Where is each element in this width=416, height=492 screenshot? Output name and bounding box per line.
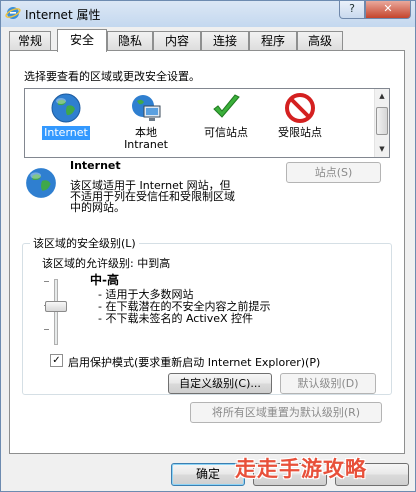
sites-button[interactable]: 站点(S) [286,162,381,183]
protected-mode-label[interactable]: 启用保护模式(要求重新启动 Internet Explorer)(P) [68,354,320,370]
tab-security[interactable]: 安全 [57,29,107,52]
level-detail-2: - 在下载潜在的不安全内容之前提示 [98,300,271,313]
tab-general[interactable]: 常规 [9,31,51,51]
zone-list-scrollbar[interactable]: ▲ ▼ [374,89,389,157]
selected-zone-description: 该区域适用于 Internet 网站，但 不适用于列在受信任和受限制区域 中的网… [70,179,235,214]
zone-local-intranet[interactable]: 本地 Intranet [111,92,181,152]
slider-tick [44,329,49,330]
default-level-button[interactable]: 默认级别(D) [280,373,376,394]
help-button[interactable]: ? [339,1,365,19]
tab-content[interactable]: 内容 [153,31,201,51]
zone-internet[interactable]: Internet [31,92,101,140]
tab-connections[interactable]: 连接 [201,31,249,51]
internet-explorer-icon [5,7,21,19]
window-title: Internet 属性 [25,8,101,22]
internet-properties-dialog: Internet 属性 ? ✕ 常规 安全 隐私 内容 连接 程序 高级 选择要… [0,0,416,492]
tab-programs[interactable]: 程序 [249,31,297,51]
zone-restricted-sites-label: 受限站点 [278,126,322,139]
zone-instruction: 选择要查看的区域或更改安全设置。 [24,70,200,83]
level-detail-3: - 不下载未签名的 ActiveX 控件 [98,312,254,325]
close-button[interactable]: ✕ [365,1,411,19]
watermark-text: 走走手游攻略 [235,457,367,481]
intranet-icon [132,95,161,121]
security-level-slider-track[interactable] [54,279,58,345]
security-level-slider-thumb[interactable] [45,301,67,312]
zone-list[interactable]: Internet 本地 Intranet 可信站点 受限站点 ▲ ▼ [24,88,390,158]
security-tab-panel: 选择要查看的区域或更改安全设置。 Internet 本地 Intranet 可信… [9,50,405,454]
globe-icon [51,93,81,123]
zone-trusted-sites[interactable]: 可信站点 [191,92,261,140]
security-level-name: 中-高 [90,273,119,287]
restricted-icon [285,93,315,123]
title-bar[interactable]: Internet 属性 ? ✕ [1,1,415,27]
zone-restricted-sites[interactable]: 受限站点 [265,92,335,140]
zone-trusted-sites-label: 可信站点 [204,126,248,139]
tab-privacy[interactable]: 隐私 [107,31,153,51]
tab-advanced[interactable]: 高级 [297,31,343,51]
zone-internet-label: Internet [42,126,90,140]
ok-button[interactable]: 确定 [171,463,245,486]
checkmark-icon [213,94,240,118]
scroll-down-arrow-icon[interactable]: ▼ [375,142,389,156]
security-level-legend: 该区域的安全级别(L) [30,235,139,251]
reset-all-zones-button[interactable]: 将所有区域重置为默认级别(R) [190,402,382,423]
allowed-levels-label: 该区域的允许级别: 中到高 [42,257,171,270]
scroll-thumb[interactable] [376,107,388,135]
scroll-up-arrow-icon[interactable]: ▲ [375,89,389,103]
selected-zone-name: Internet [70,159,121,172]
slider-tick [44,281,49,282]
level-detail-1: - 适用于大多数网站 [98,288,194,301]
protected-mode-checkbox[interactable]: ✓ [50,354,63,367]
globe-icon [26,168,56,198]
custom-level-button[interactable]: 自定义级别(C)... [168,373,272,394]
zone-local-intranet-label: 本地 Intranet [124,126,168,151]
